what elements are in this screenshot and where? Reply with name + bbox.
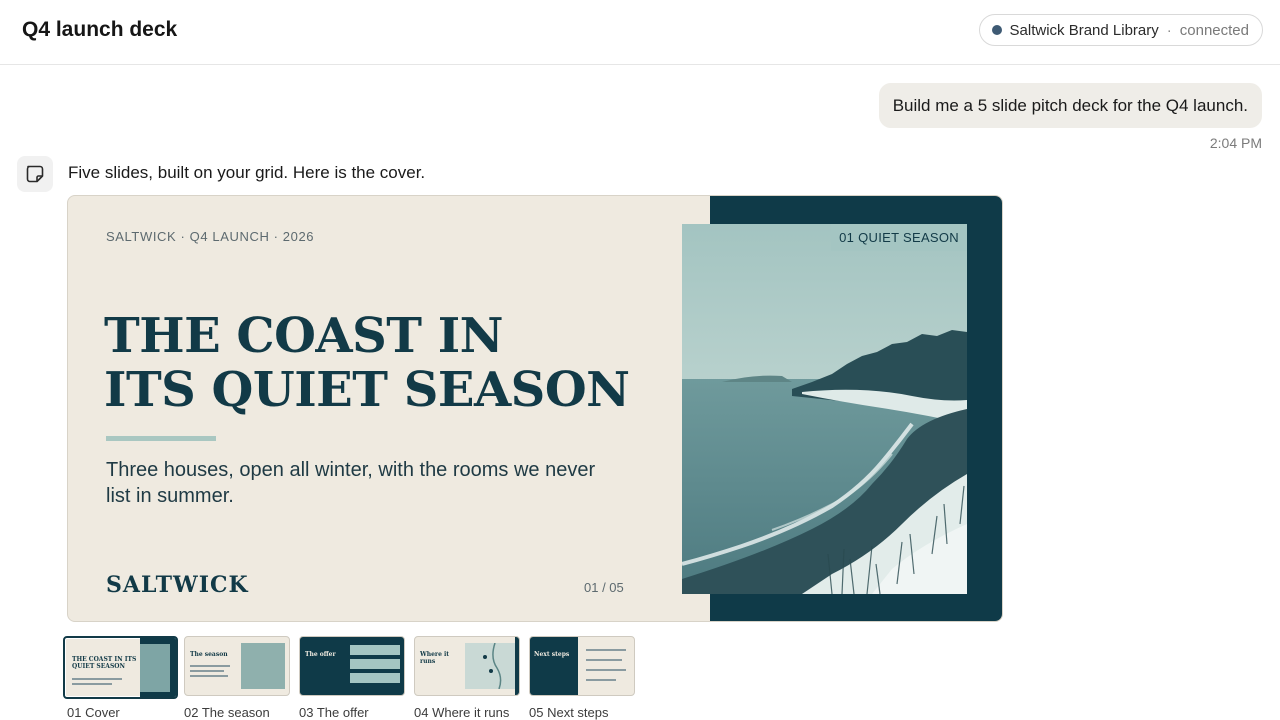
thumbnail-where-it-runs[interactable]: Where it runs bbox=[414, 636, 520, 696]
thumbnail-label[interactable]: 04 Where it runs bbox=[414, 705, 509, 720]
top-bar: Q4 launch deck Saltwick Brand Library · … bbox=[0, 0, 1280, 65]
slide-eyebrow: SALTWICK · Q4 LAUNCH · 2026 bbox=[106, 229, 315, 244]
status-dot-icon bbox=[991, 25, 1002, 35]
slide-title-line-2: ITS QUIET SEASON bbox=[104, 362, 630, 418]
thumbnail-map bbox=[465, 642, 515, 690]
message-timestamp: 2:04 PM bbox=[1209, 135, 1262, 151]
library-name: Saltwick Brand Library bbox=[1009, 21, 1159, 39]
user-message: Build me a 5 slide pitch deck for the Q4… bbox=[878, 83, 1262, 128]
slide-subtitle: Three houses, open all winter, with the … bbox=[106, 459, 596, 507]
slide-page-number: 01 / 05 bbox=[584, 580, 624, 595]
photo-tag: 01 QUIET SEASON bbox=[831, 224, 967, 251]
thumbnail-photo bbox=[241, 643, 285, 689]
thumbnail-title: The season bbox=[190, 651, 228, 658]
slide-preview[interactable]: SALTWICK · Q4 LAUNCH · 2026 THE COAST IN… bbox=[67, 195, 1003, 622]
thumbnail-label[interactable]: 02 The season bbox=[184, 705, 270, 720]
note-icon bbox=[17, 156, 53, 192]
slide-title: THE COAST IN ITS QUIET SEASON bbox=[104, 309, 664, 417]
assistant-message: Five slides, built on your grid. Here is… bbox=[68, 163, 426, 182]
slide-title-line-1: THE COAST IN bbox=[104, 308, 504, 364]
separator: · bbox=[1166, 21, 1172, 39]
coast-photo: 01 QUIET SEASON bbox=[682, 224, 967, 594]
thumbnail-label[interactable]: 05 Next steps bbox=[529, 705, 609, 720]
thumbnail-photo bbox=[140, 644, 170, 692]
thumbnail-the-offer[interactable]: The offer bbox=[299, 636, 405, 696]
thumbnail-title: Where it runs bbox=[420, 651, 450, 665]
thumbnail-title: Next steps bbox=[534, 651, 570, 658]
connection-status: connected bbox=[1179, 21, 1249, 39]
brand-logo: SALTWICK bbox=[106, 572, 249, 598]
accent-rule bbox=[106, 436, 216, 441]
document-title: Q4 launch deck bbox=[22, 18, 178, 41]
thumbnail-next-steps[interactable]: Next steps bbox=[529, 636, 635, 696]
thumbnail-the-season[interactable]: The season bbox=[184, 636, 290, 696]
thumbnail-label[interactable]: 03 The offer bbox=[299, 705, 369, 720]
thumbnail-label[interactable]: 01 Cover bbox=[67, 705, 120, 720]
thumbnail-title: The offer bbox=[305, 651, 336, 658]
brand-library-connection[interactable]: Saltwick Brand Library · connected bbox=[978, 14, 1263, 46]
thumbnail-cover[interactable]: THE COAST IN ITS QUIET SEASON bbox=[63, 636, 178, 699]
thumbnail-title: THE COAST IN ITS QUIET SEASON bbox=[72, 656, 137, 670]
